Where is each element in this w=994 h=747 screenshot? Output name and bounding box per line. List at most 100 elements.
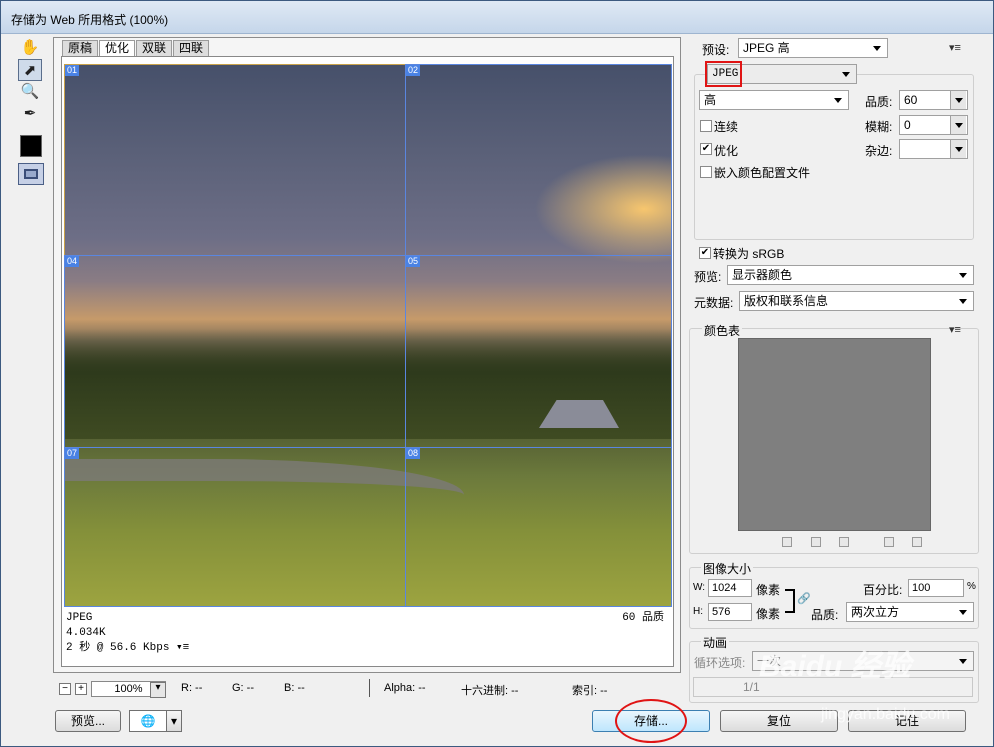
title-bar: 存储为 Web 所用格式 (100%) xyxy=(1,1,993,34)
hand-tool-icon[interactable]: ✋ xyxy=(18,37,42,59)
optimization-info: JPEG 4.034K 2 秒 @ 56.6 Kbps ▾≡ 60 品质 xyxy=(66,611,670,656)
preset-label: 预设: xyxy=(702,43,730,57)
optimized-preview-pane: 01 02 04 05 07 08 JPEG 4.034K 2 秒 @ 56.6… xyxy=(61,56,674,667)
save-button-highlight-circle xyxy=(615,699,687,743)
map-color-icon[interactable] xyxy=(782,537,792,547)
slice-05[interactable]: 05 xyxy=(405,255,672,448)
optimized-checkbox[interactable]: ✔ xyxy=(700,143,712,155)
slice-label: 04 xyxy=(65,256,80,267)
readout-alpha: Alpha: -- xyxy=(384,682,426,694)
progressive-checkbox[interactable] xyxy=(700,120,712,132)
readout-index: 索引: -- xyxy=(572,685,608,697)
color-table-menu-icon[interactable]: ▾≡ xyxy=(949,323,961,336)
slice-label: 08 xyxy=(406,448,421,459)
embed-profile-checkbox[interactable] xyxy=(700,166,712,178)
tab-2up[interactable]: 双联 xyxy=(136,40,173,56)
delete-color-icon[interactable] xyxy=(912,537,922,547)
download-options-menu-icon[interactable]: ▾≡ xyxy=(176,642,189,654)
window-title: 存储为 Web 所用格式 (100%) xyxy=(11,13,169,27)
progressive-label: 连续 xyxy=(714,120,739,134)
embed-profile-label: 嵌入颜色配置文件 xyxy=(714,166,811,180)
zoom-in-button[interactable]: + xyxy=(75,683,87,695)
color-table-swatches xyxy=(738,338,931,531)
percent-unit: % xyxy=(967,581,976,592)
browser-icon[interactable]: 🌐 xyxy=(129,710,167,732)
matte-dropdown-arrow[interactable] xyxy=(950,140,966,158)
slice-select-tool-icon[interactable]: ⬈ xyxy=(18,59,42,81)
preview-image[interactable]: 01 02 04 05 07 08 xyxy=(64,64,672,607)
convert-srgb-checkbox[interactable]: ✔ xyxy=(699,247,711,259)
slice-07[interactable]: 07 xyxy=(64,447,406,607)
loop-options-label: 循环选项: xyxy=(694,656,746,670)
frame-counter: 1/1 xyxy=(743,680,760,694)
new-color-icon[interactable] xyxy=(884,537,894,547)
animation-title: 动画 xyxy=(701,634,730,651)
slices-icon xyxy=(24,169,38,179)
convert-srgb-label: 转换为 sRGB xyxy=(713,247,785,261)
info-download-time: 2 秒 @ 56.6 Kbps ▾≡ xyxy=(66,642,190,654)
eyedropper-color-swatch[interactable] xyxy=(20,135,42,157)
tab-optimized[interactable]: 优化 xyxy=(99,40,136,56)
resample-quality-select[interactable]: 两次立方 xyxy=(846,602,974,622)
eyedropper-tool-icon[interactable]: ✒ xyxy=(18,103,42,125)
constrain-bracket xyxy=(785,589,795,613)
baidu-jingyan-watermark: Baidu 经验 xyxy=(759,650,911,683)
color-table-title: 颜色表 xyxy=(702,322,743,339)
format-highlight-box xyxy=(705,61,742,87)
quality-label: 品质: xyxy=(865,95,893,109)
quality-slider-arrow[interactable] xyxy=(950,91,966,109)
preview-mode-select[interactable]: 显示器颜色 xyxy=(727,265,974,285)
slice-label: 01 xyxy=(65,65,80,76)
toggle-slices-visibility-button[interactable] xyxy=(18,163,44,185)
slice-label: 02 xyxy=(406,65,421,76)
slice-02[interactable]: 02 xyxy=(405,64,672,256)
height-unit: 像素 xyxy=(756,607,781,621)
info-file-size: 4.034K xyxy=(66,627,106,639)
percent-field[interactable]: 100 xyxy=(908,579,964,597)
view-tabs: 原稿 优化 双联 四联 xyxy=(62,40,210,56)
preview-in-browser-button[interactable]: 预览... xyxy=(55,710,121,732)
toolbox: ✋ ⬈ 🔍 ✒ xyxy=(15,37,47,197)
width-field[interactable]: 1024 xyxy=(708,579,752,597)
width-unit: 像素 xyxy=(756,583,781,597)
blur-slider-arrow[interactable] xyxy=(950,116,966,134)
optimized-label: 优化 xyxy=(714,144,739,158)
percent-label: 百分比: xyxy=(863,583,903,597)
tab-4up[interactable]: 四联 xyxy=(173,40,210,56)
readout-g: G: -- xyxy=(232,682,254,694)
quality-level-select[interactable]: 高 xyxy=(699,90,849,110)
width-label: W: xyxy=(693,582,706,593)
tab-original[interactable]: 原稿 xyxy=(62,40,99,56)
lock-color-icon[interactable] xyxy=(839,537,849,547)
web-snap-icon[interactable] xyxy=(811,537,821,547)
save-for-web-dialog: 存储为 Web 所用格式 (100%) ✋ ⬈ 🔍 ✒ 原稿 优化 双联 四联 … xyxy=(0,0,994,747)
slice-label: 07 xyxy=(65,448,80,459)
metadata-select[interactable]: 版权和联系信息 xyxy=(739,291,974,311)
readout-r: R: -- xyxy=(181,682,203,694)
resample-quality-label: 品质: xyxy=(811,608,839,622)
browser-dropdown-arrow[interactable]: ▾ xyxy=(166,710,182,732)
zoom-tool-icon[interactable]: 🔍 xyxy=(18,81,42,103)
preview-mode-label: 预览: xyxy=(694,270,722,284)
settings-menu-icon[interactable]: ▾≡ xyxy=(949,41,961,54)
preset-select[interactable]: JPEG 高 xyxy=(738,38,888,58)
constrain-proportions-link-icon[interactable]: 🔗 xyxy=(797,592,811,605)
info-quality: 60 品质 xyxy=(622,612,664,624)
zoom-dropdown-arrow[interactable]: ▾ xyxy=(150,682,166,698)
image-size-title: 图像大小 xyxy=(701,560,754,577)
slice-08[interactable]: 08 xyxy=(405,447,672,607)
status-bar: − + 100% ▾ R: -- G: -- B: -- Alpha: -- 十… xyxy=(53,679,681,699)
slice-label: 05 xyxy=(406,256,421,267)
blur-label: 模糊: xyxy=(865,120,893,134)
info-format: JPEG xyxy=(66,612,93,624)
zoom-out-button[interactable]: − xyxy=(59,683,71,695)
slice-04[interactable]: 04 xyxy=(64,255,406,448)
readout-b: B: -- xyxy=(284,682,305,694)
watermark-url: jingyan.baidu.com xyxy=(821,706,950,723)
height-label: H: xyxy=(693,606,703,617)
matte-label: 杂边: xyxy=(865,144,893,158)
metadata-label: 元数据: xyxy=(694,296,734,310)
readout-hex: 十六进制: -- xyxy=(461,685,519,697)
height-field[interactable]: 576 xyxy=(708,603,752,621)
slice-01[interactable]: 01 xyxy=(64,64,406,256)
